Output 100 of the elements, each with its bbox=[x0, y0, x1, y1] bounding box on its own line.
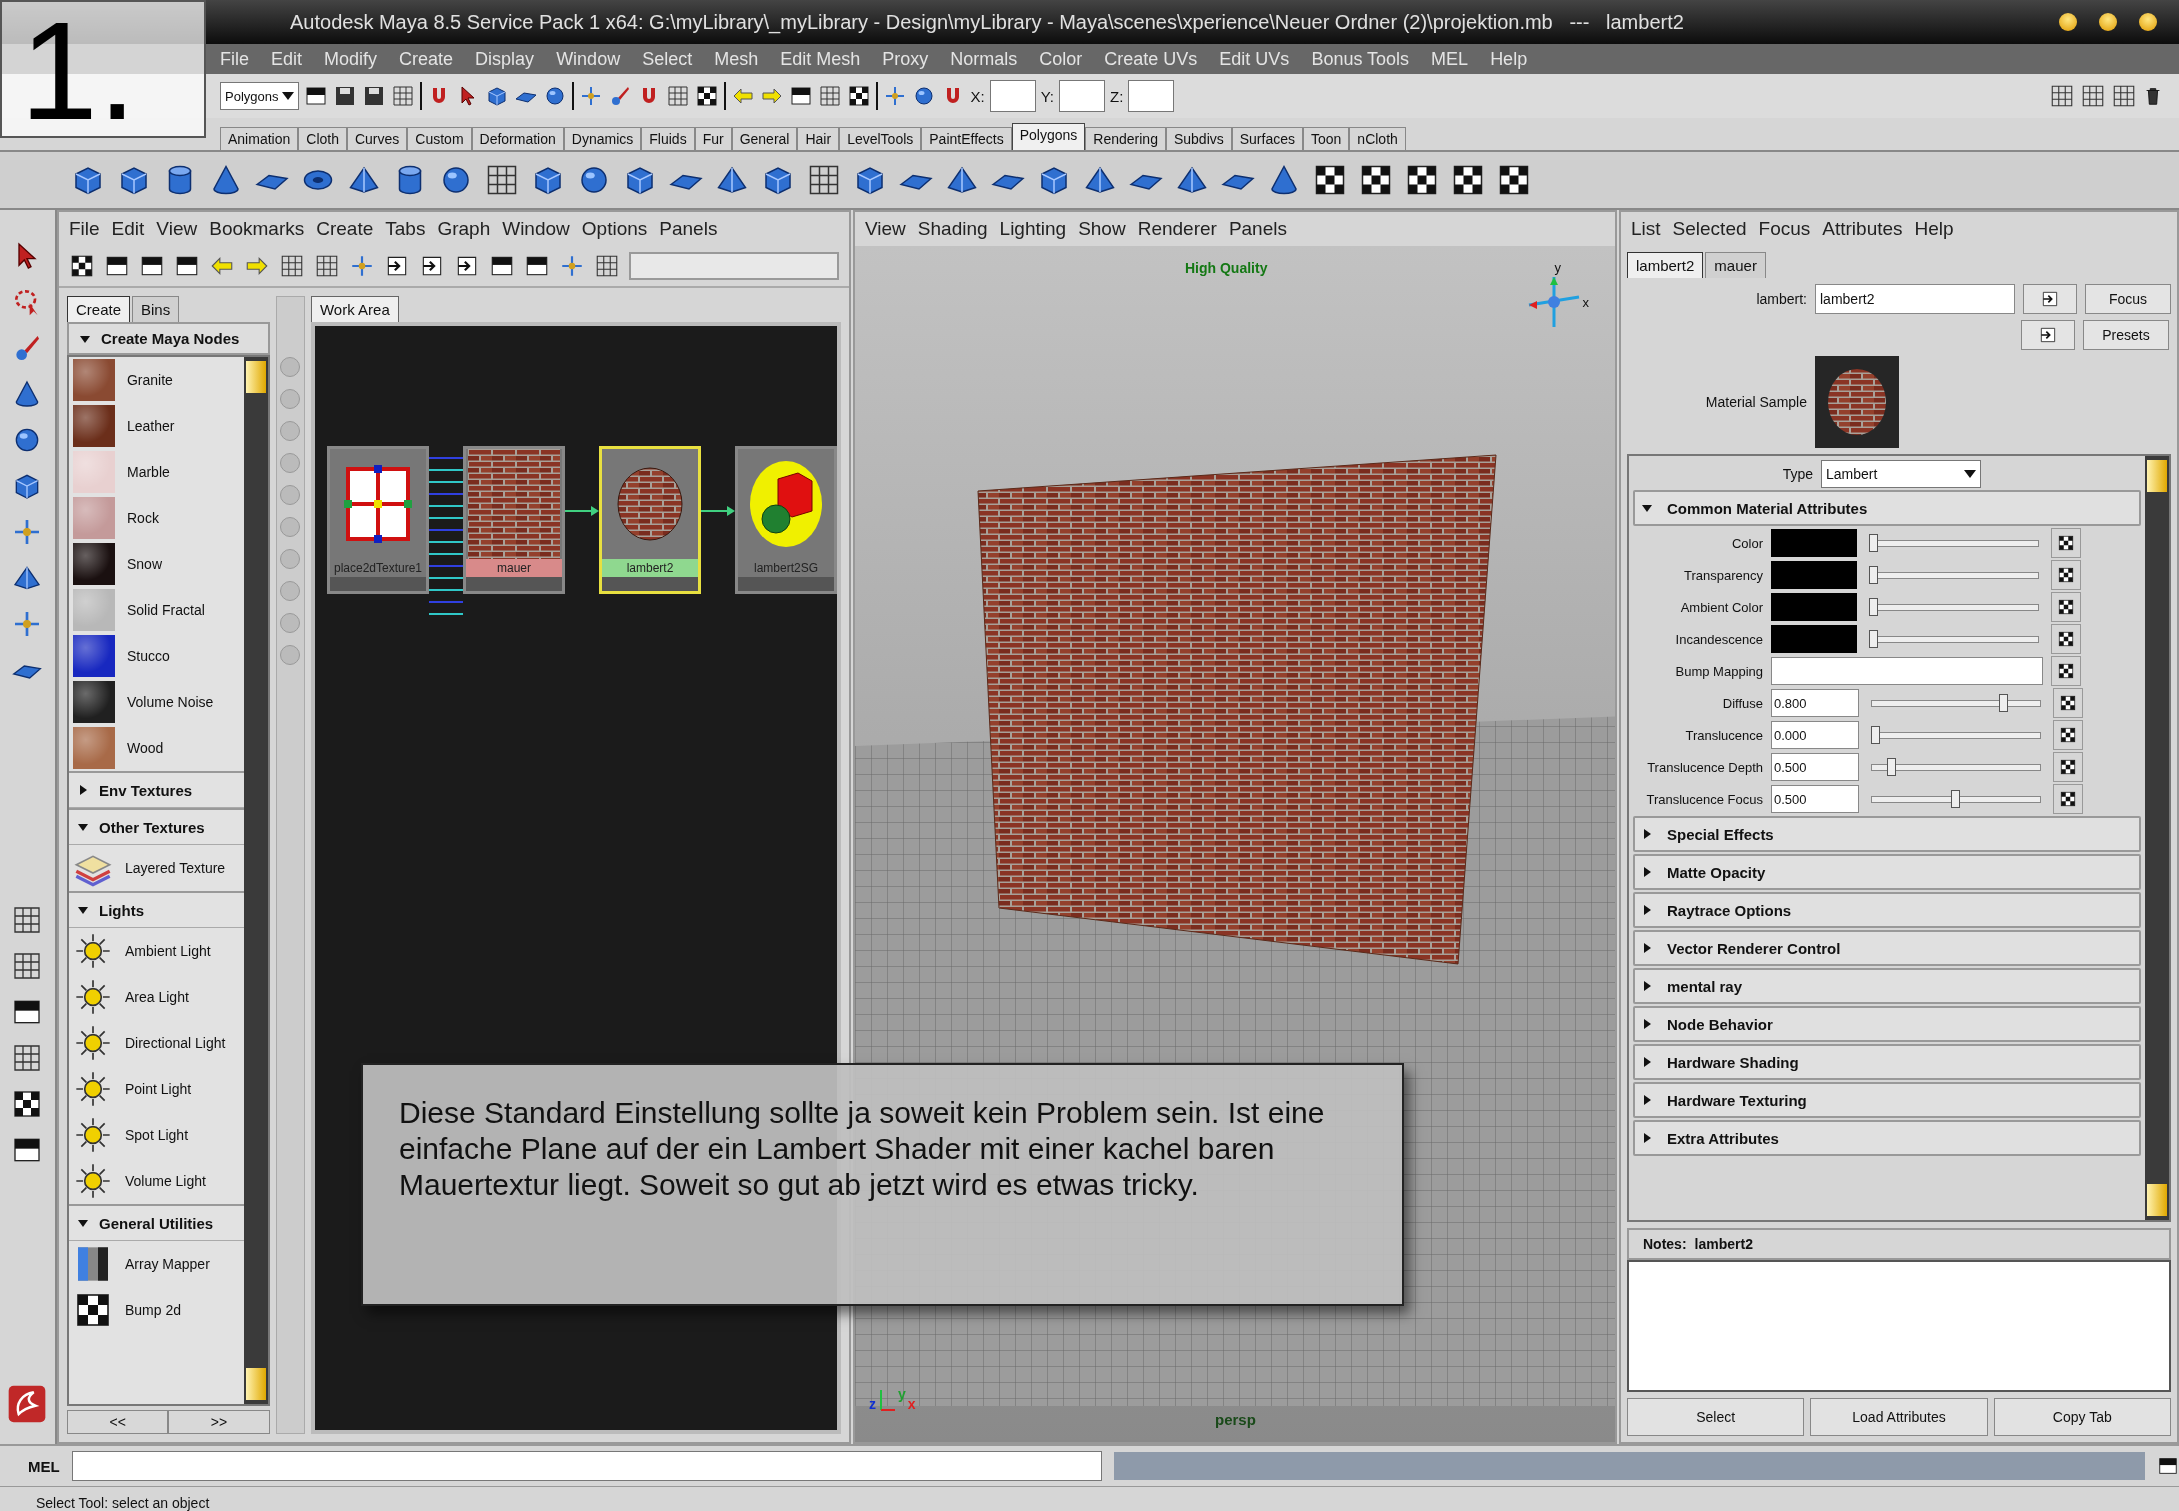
y-field[interactable] bbox=[1059, 80, 1106, 112]
shelf-tab[interactable]: LevelTools bbox=[839, 127, 922, 150]
scrollbar[interactable] bbox=[243, 357, 268, 1404]
section-title[interactable]: Special Effects bbox=[1667, 825, 1774, 843]
color-swatch[interactable] bbox=[1771, 561, 1857, 589]
value-field[interactable]: 0.800 bbox=[1771, 689, 1859, 717]
shelf-tab[interactable]: Subdivs bbox=[1165, 127, 1232, 150]
panel-tab[interactable]: Create bbox=[67, 296, 130, 322]
shelf-tab[interactable]: Rendering bbox=[1085, 127, 1166, 150]
grid-icon[interactable] bbox=[391, 84, 416, 108]
menu-item[interactable]: Selected bbox=[1672, 218, 1747, 240]
node-type-item[interactable]: Granite bbox=[127, 372, 173, 388]
graph-node[interactable]: mauer bbox=[463, 446, 565, 594]
menu-item[interactable]: Help bbox=[1490, 48, 1528, 70]
menu-item[interactable]: Create bbox=[399, 48, 454, 70]
maximize-button[interactable] bbox=[2099, 13, 2117, 31]
node-type-item[interactable]: Snow bbox=[127, 556, 162, 572]
node-type-item[interactable]: Directional Light bbox=[125, 1035, 226, 1051]
group-title[interactable]: General Utilities bbox=[99, 1214, 214, 1232]
gizmo-icon[interactable] bbox=[349, 253, 375, 279]
slider[interactable] bbox=[1869, 598, 2039, 616]
shelf-tab[interactable]: Fluids bbox=[641, 127, 695, 150]
section-title[interactable]: Vector Renderer Control bbox=[1667, 939, 1841, 957]
value-field[interactable]: 0.000 bbox=[1771, 721, 1859, 749]
shelf-tab[interactable]: Hair bbox=[797, 127, 840, 150]
section-title[interactable]: Common Material Attributes bbox=[1667, 499, 1868, 517]
nav-button[interactable]: >> bbox=[168, 1410, 270, 1434]
node-tab[interactable]: lambert2 bbox=[1627, 252, 1704, 278]
disclosure-triangle-icon[interactable] bbox=[77, 904, 89, 916]
node-type-item[interactable]: Solid Fractal bbox=[127, 602, 205, 618]
section-title[interactable]: Hardware Shading bbox=[1667, 1053, 1799, 1071]
menu-item[interactable]: Mesh bbox=[714, 48, 759, 70]
x-field[interactable] bbox=[989, 80, 1036, 112]
action-button[interactable]: Load Attributes bbox=[1810, 1398, 1988, 1436]
disclosure-triangle-icon[interactable] bbox=[1641, 828, 1653, 840]
slider[interactable] bbox=[1869, 566, 2039, 584]
grid-icon[interactable] bbox=[818, 84, 843, 108]
menu-item[interactable]: Color bbox=[1039, 48, 1083, 70]
grid-icon[interactable] bbox=[2049, 83, 2075, 109]
menu-item[interactable]: MEL bbox=[1431, 48, 1469, 70]
nav-button[interactable]: << bbox=[67, 1410, 169, 1434]
menu-item[interactable]: Show bbox=[1078, 218, 1126, 240]
node-type-item[interactable]: Wood bbox=[127, 740, 164, 756]
command-field[interactable] bbox=[71, 1451, 1102, 1481]
menu-item[interactable]: Shading bbox=[917, 218, 988, 240]
checker-icon[interactable] bbox=[69, 253, 95, 279]
action-button[interactable]: Copy Tab bbox=[1993, 1398, 2171, 1436]
mode-dropdown[interactable]: Polygons bbox=[220, 82, 300, 110]
checker-icon[interactable] bbox=[2057, 630, 2075, 648]
notes-field[interactable] bbox=[1627, 1260, 2171, 1392]
group-title[interactable]: Env Textures bbox=[99, 781, 193, 799]
gizmo-icon[interactable] bbox=[559, 253, 585, 279]
slider[interactable] bbox=[1869, 534, 2039, 552]
menu-item[interactable]: Panels bbox=[659, 218, 718, 240]
disclosure-triangle-icon[interactable] bbox=[1641, 1132, 1653, 1144]
node-type-item[interactable]: Marble bbox=[127, 464, 170, 480]
menu-item[interactable]: Edit Mesh bbox=[780, 48, 861, 70]
menu-item[interactable]: File bbox=[220, 48, 249, 70]
disclosure-triangle-icon[interactable] bbox=[1641, 942, 1653, 954]
checker-icon[interactable] bbox=[2057, 598, 2075, 616]
scrollbar[interactable] bbox=[2145, 456, 2169, 1220]
section-title[interactable]: mental ray bbox=[1667, 977, 1743, 995]
menu-item[interactable]: Focus bbox=[1758, 218, 1811, 240]
menu-item[interactable]: Display bbox=[475, 48, 535, 70]
disclosure-triangle-icon[interactable] bbox=[77, 821, 89, 833]
group-title[interactable]: Lights bbox=[99, 901, 144, 919]
grid-icon[interactable] bbox=[666, 84, 691, 108]
grid-icon[interactable] bbox=[2111, 83, 2137, 109]
checker-icon[interactable] bbox=[2059, 726, 2077, 744]
menu-item[interactable]: Modify bbox=[324, 48, 378, 70]
node-tab[interactable]: mauer bbox=[1705, 252, 1766, 278]
type-dropdown[interactable]: Lambert bbox=[1821, 460, 1981, 488]
section-title[interactable]: Raytrace Options bbox=[1667, 901, 1792, 919]
shelf-tab[interactable]: PaintEffects bbox=[921, 127, 1012, 150]
layout-icon[interactable] bbox=[304, 84, 329, 108]
z-field[interactable] bbox=[1128, 80, 1175, 112]
work-area-tab[interactable]: Work Area bbox=[311, 296, 399, 322]
shelf-tab[interactable]: Custom bbox=[407, 127, 472, 150]
close-button[interactable] bbox=[2139, 13, 2157, 31]
group-title[interactable]: Other Textures bbox=[99, 818, 205, 836]
graph-node[interactable]: lambert2SG bbox=[735, 446, 837, 594]
node-type-item[interactable]: Leather bbox=[127, 418, 175, 434]
menu-item[interactable]: Renderer bbox=[1137, 218, 1217, 240]
node-type-item[interactable]: Array Mapper bbox=[125, 1256, 210, 1272]
menu-item[interactable]: Tabs bbox=[385, 218, 426, 240]
node-type-item[interactable]: Ambient Light bbox=[125, 943, 211, 959]
shelf-tab[interactable]: Deformation bbox=[471, 127, 564, 150]
disclosure-triangle-icon[interactable] bbox=[1641, 866, 1653, 878]
menu-item[interactable]: File bbox=[69, 218, 100, 240]
shelf-tab[interactable]: Curves bbox=[346, 127, 408, 150]
shelf-tab[interactable]: nCloth bbox=[1349, 127, 1406, 150]
disclosure-triangle-icon[interactable] bbox=[1641, 502, 1653, 514]
graph-node[interactable]: lambert2 bbox=[599, 446, 701, 594]
disclosure-triangle-icon[interactable] bbox=[1641, 904, 1653, 916]
shelf-tab[interactable]: Animation bbox=[220, 127, 299, 150]
menu-item[interactable]: Select bbox=[642, 48, 693, 70]
menu-item[interactable]: Options bbox=[581, 218, 648, 240]
checker-icon[interactable] bbox=[2057, 566, 2075, 584]
layout-icon[interactable] bbox=[2157, 1455, 2179, 1477]
shelf-tab[interactable]: Fur bbox=[694, 127, 732, 150]
